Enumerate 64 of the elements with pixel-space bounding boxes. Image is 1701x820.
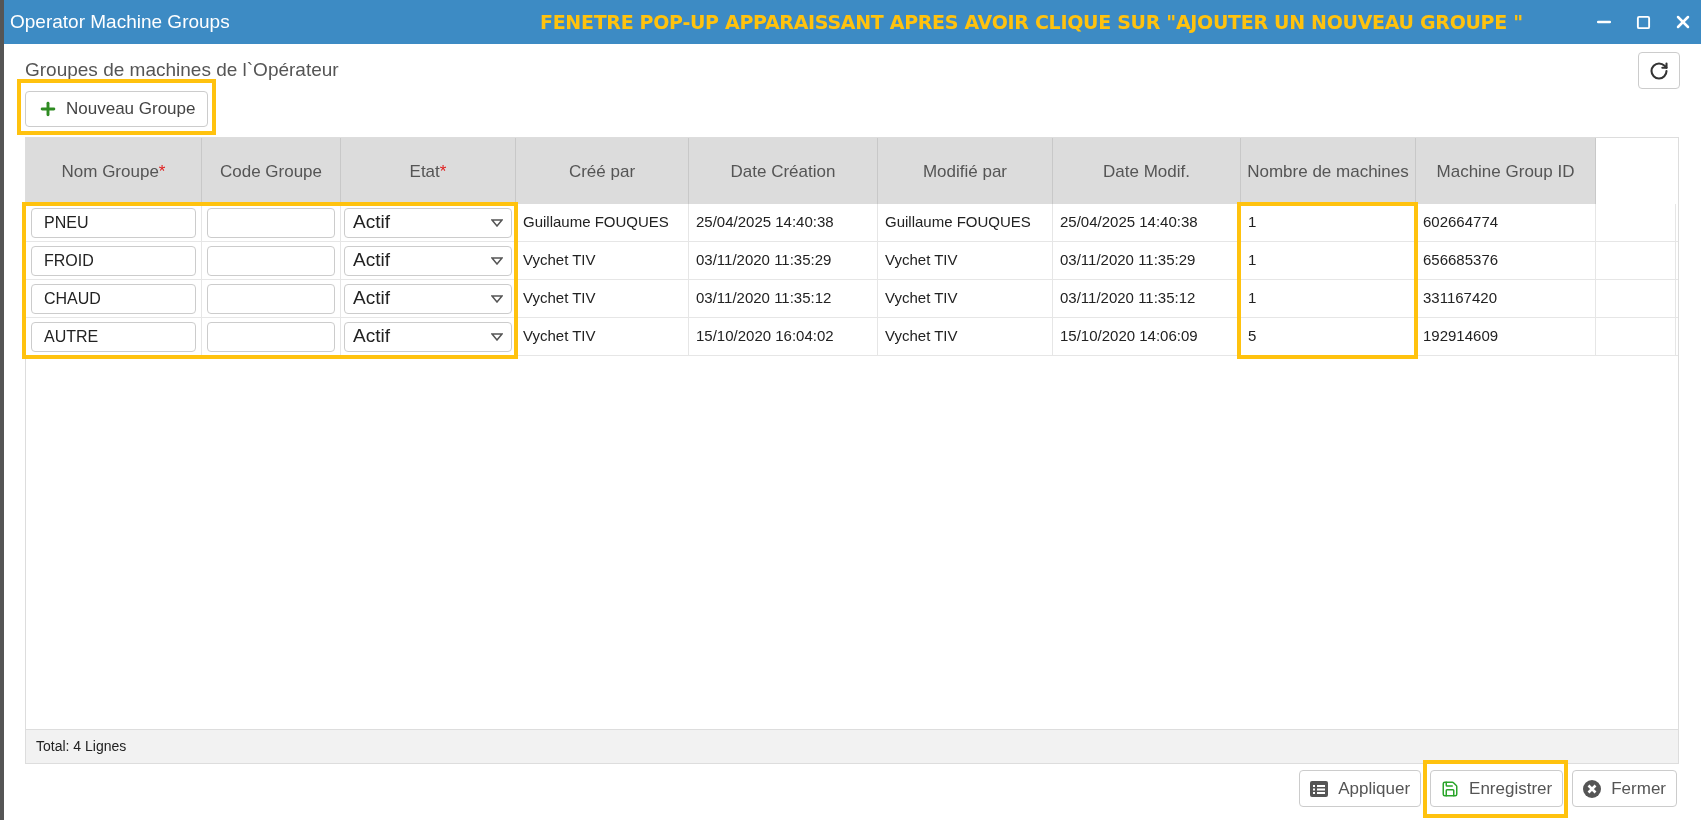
state-select[interactable]: Actif xyxy=(344,207,512,238)
row-count: Total: 4 Lignes xyxy=(36,737,127,756)
save-button[interactable]: Enregistrer xyxy=(1430,770,1564,807)
table-cell: 192914609 xyxy=(1416,318,1596,355)
table-cell: Vychet TIV xyxy=(516,242,689,279)
column-header: Date Création xyxy=(689,138,878,204)
apply-button[interactable]: Appliquer xyxy=(1299,770,1422,807)
column-header: Code Groupe xyxy=(202,138,341,204)
table-cell: Vychet TIV xyxy=(878,318,1053,355)
table-cell: 03/11/2020 11:35:29 xyxy=(689,242,878,279)
code-field[interactable] xyxy=(207,207,335,238)
annotation-text: FENETRE POP-UP APPARAISSANT APRES AVOIR CLIQUE SUR "AJOUTER UN NOUVEAU GROUPE " xyxy=(540,9,1523,35)
table-cell: 1 xyxy=(1241,204,1416,241)
new-group-button[interactable]: Nouveau Groupe xyxy=(25,91,209,127)
column-header: Nom Groupe* xyxy=(26,138,202,204)
name-field[interactable]: AUTRE xyxy=(31,321,196,352)
save-icon xyxy=(1441,779,1460,798)
close-button[interactable]: Fermer xyxy=(1572,770,1677,807)
table-cell: 331167420 xyxy=(1416,280,1596,317)
column-header: Etat* xyxy=(341,138,516,204)
code-field[interactable] xyxy=(207,321,335,352)
column-header: Nombre de machines xyxy=(1241,138,1416,204)
table-cell: 5 xyxy=(1241,318,1416,355)
plus-icon xyxy=(38,99,58,119)
table-cell: 25/04/2025 14:40:38 xyxy=(1053,204,1241,241)
table-cell: Vychet TIV xyxy=(878,280,1053,317)
code-field[interactable] xyxy=(207,245,335,276)
list-icon xyxy=(1310,780,1329,797)
state-select[interactable]: Actif xyxy=(344,283,512,314)
window-title: Operator Machine Groups xyxy=(10,9,231,34)
table-cell: 656685376 xyxy=(1416,242,1596,279)
table-cell: Vychet TIV xyxy=(516,280,689,317)
table-cell: 03/11/2020 11:35:12 xyxy=(689,280,878,317)
code-field[interactable] xyxy=(207,283,335,314)
column-header: Date Modif. xyxy=(1053,138,1241,204)
close-icon xyxy=(1583,779,1602,798)
table-cell: 1 xyxy=(1241,280,1416,317)
state-select[interactable]: Actif xyxy=(344,321,512,352)
refresh-button[interactable] xyxy=(1638,52,1680,89)
table-cell: 03/11/2020 11:35:12 xyxy=(1053,280,1241,317)
table-cell: Vychet TIV xyxy=(878,242,1053,279)
caret-icon xyxy=(491,294,503,303)
name-field[interactable]: PNEU xyxy=(31,207,196,238)
refresh-icon xyxy=(1649,60,1669,81)
maximize-icon[interactable] xyxy=(1636,14,1651,30)
column-header: Créé par xyxy=(516,138,689,204)
state-select[interactable]: Actif xyxy=(344,245,512,276)
caret-icon xyxy=(491,218,503,227)
caret-icon xyxy=(491,256,503,265)
page-heading: Groupes de machines de l`Opérateur xyxy=(25,58,339,82)
table-cell: 15/10/2020 16:04:02 xyxy=(689,318,878,355)
table-cell: 602664774 xyxy=(1416,204,1596,241)
column-header: Machine Group ID xyxy=(1416,138,1596,204)
table-cell: 03/11/2020 11:35:29 xyxy=(1053,242,1241,279)
table-cell: 25/04/2025 14:40:38 xyxy=(689,204,878,241)
column-header: Modifié par xyxy=(878,138,1053,204)
caret-icon xyxy=(491,332,503,341)
table-cell: 1 xyxy=(1241,242,1416,279)
table-cell: 15/10/2020 14:06:09 xyxy=(1053,318,1241,355)
table-cell: Guillaume FOUQUES xyxy=(878,204,1053,241)
name-field[interactable]: CHAUD xyxy=(31,283,196,314)
name-field[interactable]: FROID xyxy=(31,245,196,276)
table-cell: Guillaume FOUQUES xyxy=(516,204,689,241)
table-cell: Vychet TIV xyxy=(516,318,689,355)
